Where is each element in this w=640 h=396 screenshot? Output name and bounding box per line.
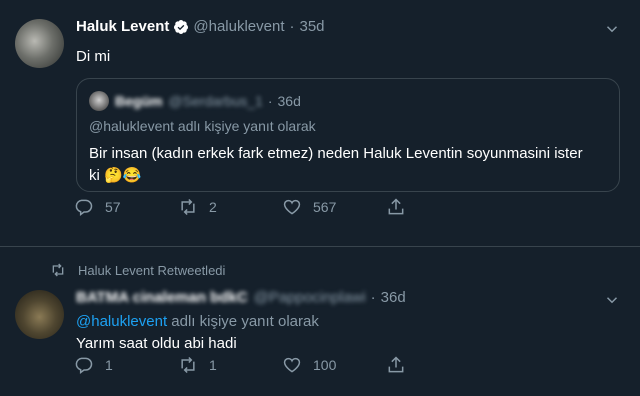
retweet-count: 1 [209,357,217,373]
quote-timestamp: 36d [277,93,301,109]
reply-icon [75,357,93,374]
separator-dot: · [289,18,295,35]
like-count: 567 [313,199,337,215]
retweet-count: 2 [209,199,217,215]
reply-mention-link[interactable]: @haluklevent [76,313,167,330]
retweet-icon [181,198,195,216]
like-button[interactable]: 567 [282,197,336,217]
retweet-icon [181,356,195,374]
chevron-down-icon[interactable] [603,20,621,38]
reply-button[interactable]: 1 [74,355,113,375]
quote-text-line2: ki 🤔😂 [89,167,142,184]
share-icon [388,356,404,373]
like-icon [283,199,301,215]
tweet[interactable]: BATMA cinaleman bdkC @Pappocinplawi · 36… [0,247,640,396]
reply-count: 1 [105,357,113,373]
retweet-button[interactable]: 1 [178,355,217,375]
avatar[interactable] [15,290,64,339]
reply-context-suffix: adlı kişiye yanıt olarak [167,313,319,330]
quote-reply-context: @haluklevent adlı kişiye yanıt olarak [89,118,316,134]
timestamp[interactable]: 35d [300,18,325,35]
verified-badge-icon [174,19,189,34]
tweet-text: Di mi [76,48,111,65]
quoted-tweet[interactable]: Begüm @Serdarbus_1 · 36d @haluklevent ad… [76,78,620,192]
like-count: 100 [313,357,337,373]
quote-header: Begüm @Serdarbus_1 · 36d [115,93,301,109]
like-button[interactable]: 100 [282,355,336,375]
reply-icon [75,199,93,216]
quote-author-name: Begüm [115,93,163,109]
separator-dot: · [370,289,376,306]
reply-context: @haluklevent adlı kişiye yanıt olarak [76,313,319,330]
author-handle[interactable]: @haluklevent [193,18,284,35]
share-button[interactable] [386,355,406,375]
quote-avatar [89,91,109,111]
author-name[interactable]: BATMA cinaleman bdkC [76,289,248,306]
tweet[interactable]: Haluk Levent @haluklevent · 35d Di mi Be… [0,0,640,247]
reply-count: 57 [105,199,121,215]
author-handle[interactable]: @Pappocinplawi [254,289,366,306]
share-icon [388,198,404,215]
author-name[interactable]: Haluk Levent [76,18,169,35]
share-button[interactable] [386,197,406,217]
avatar[interactable] [15,19,64,68]
separator-dot: · [267,93,273,109]
tweet-header: Haluk Levent @haluklevent · 35d [76,18,325,35]
like-icon [283,357,301,373]
tweet-header: BATMA cinaleman bdkC @Pappocinplawi · 36… [76,289,406,306]
quote-author-handle: @Serdarbus_1 [168,93,263,109]
quote-text-line1: Bir insan (kadın erkek fark etmez) neden… [89,145,583,162]
retweet-button[interactable]: 2 [178,197,217,217]
tweet-text: Yarım saat oldu abi hadi [76,335,237,352]
chevron-down-icon[interactable] [603,291,621,309]
timestamp[interactable]: 36d [381,289,406,306]
reply-button[interactable]: 57 [74,197,121,217]
